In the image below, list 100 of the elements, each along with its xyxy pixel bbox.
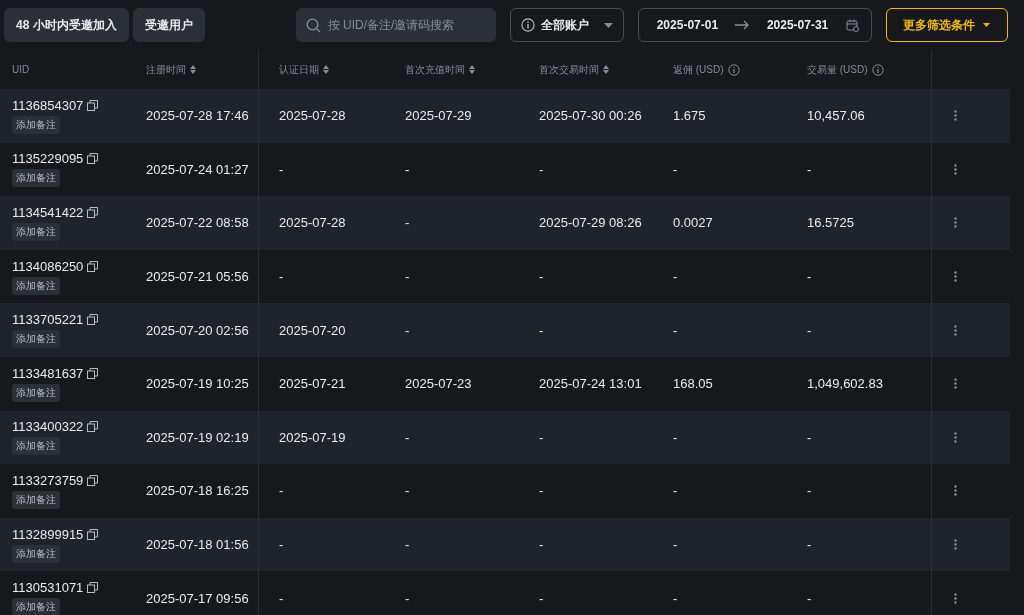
table-cell: - <box>673 322 678 338</box>
add-note-button[interactable]: 添加备注 <box>12 169 60 188</box>
table-cell: 2025-07-28 <box>279 108 346 124</box>
add-note-button[interactable]: 添加备注 <box>12 544 60 563</box>
uid-text: 1133481637 <box>12 365 84 381</box>
table-cell: 10,457.06 <box>807 108 865 124</box>
copy-icon[interactable] <box>87 153 99 165</box>
more-options-icon[interactable] <box>953 539 957 551</box>
table-cell: - <box>279 537 284 553</box>
table-cell: - <box>279 161 284 177</box>
more-options-icon[interactable] <box>953 324 957 336</box>
add-note-button[interactable]: 添加备注 <box>12 598 60 615</box>
add-note-button[interactable]: 添加备注 <box>12 276 60 295</box>
uid-text: 1136854307 <box>12 97 84 113</box>
table-cell: - <box>405 215 410 231</box>
column-header[interactable]: 首次交易时间 <box>539 62 609 77</box>
table-cell: - <box>807 269 812 285</box>
table-cell: - <box>807 590 812 606</box>
copy-icon[interactable] <box>87 474 99 486</box>
sort-icon[interactable] <box>469 65 475 74</box>
info-icon <box>871 63 884 76</box>
more-options-icon[interactable] <box>953 592 957 604</box>
copy-icon[interactable] <box>87 207 99 218</box>
table-cell: 2025-07-28 17:46 <box>146 108 249 124</box>
table-cell: - <box>279 483 284 499</box>
table-cell: 2025-07-23 <box>405 376 472 392</box>
column-header[interactable]: 首次充值时间 <box>405 62 475 77</box>
copy-icon[interactable] <box>87 99 99 111</box>
copy-icon[interactable] <box>87 314 99 326</box>
table-cell: 168.05 <box>673 376 713 392</box>
table-cell: - <box>807 483 812 499</box>
caret-icon <box>983 23 991 27</box>
table-cell: - <box>807 429 812 445</box>
sort-icon[interactable] <box>190 65 196 74</box>
table-cell: - <box>279 590 284 606</box>
table-cell: 2025-07-22 08:58 <box>146 215 249 231</box>
table-cell: 2025-07-20 <box>279 322 346 338</box>
table-cell: 2025-07-18 16:25 <box>146 483 249 499</box>
more-options-icon[interactable] <box>953 431 957 443</box>
sort-icon[interactable] <box>603 65 609 74</box>
column-header[interactable]: 注册时间 <box>146 62 196 77</box>
search-field[interactable]: 按 UID/备注/邀请码搜索 <box>295 8 496 42</box>
uid-text: 1134086250 <box>12 258 84 274</box>
uid-text: 1130531071 <box>12 580 84 596</box>
table-cell: - <box>405 537 410 553</box>
table-cell: - <box>405 269 410 285</box>
table-cell: 2025-07-17 09:56 <box>146 590 249 606</box>
table-cell: - <box>673 590 678 606</box>
add-note-button[interactable]: 添加备注 <box>12 115 60 134</box>
more-filters-button[interactable]: 更多筛选条件 <box>885 8 1008 42</box>
table-cell: - <box>405 590 410 606</box>
more-options-icon[interactable] <box>953 378 957 390</box>
calendar-icon[interactable] <box>845 18 859 32</box>
account-dropdown[interactable]: 全部账户 <box>509 8 624 42</box>
table-cell: - <box>673 429 678 445</box>
tab[interactable]: 48 小时内受邀加入 <box>4 8 129 42</box>
date-range-field[interactable]: 2025-07-01 2025-07-31 <box>637 8 872 42</box>
add-note-button[interactable]: 添加备注 <box>12 383 60 402</box>
column-header[interactable]: 认证日期 <box>279 62 329 77</box>
table-cell: - <box>279 269 284 285</box>
column-header: UID <box>12 64 30 75</box>
column-header: 交易量 (USD) <box>807 62 884 77</box>
more-options-icon[interactable] <box>953 110 957 122</box>
table-cell: 2025-07-21 05:56 <box>146 269 249 285</box>
uid-text: 1133400322 <box>12 419 84 435</box>
table-cell: 16.5725 <box>807 215 854 231</box>
table-cell: 0.0027 <box>673 215 713 231</box>
table-cell: - <box>673 483 678 499</box>
add-note-button[interactable]: 添加备注 <box>12 223 60 241</box>
table-cell: 2025-07-18 01:56 <box>146 537 249 553</box>
copy-icon[interactable] <box>87 582 99 594</box>
uid-text: 1133273759 <box>12 472 84 488</box>
table-cell: 2025-07-24 13:01 <box>539 376 642 392</box>
copy-icon[interactable] <box>87 528 99 540</box>
add-note-button[interactable]: 添加备注 <box>12 330 60 349</box>
copy-icon[interactable] <box>87 260 99 272</box>
add-note-button[interactable]: 添加备注 <box>12 437 60 456</box>
table-cell: - <box>405 429 410 445</box>
sort-icon[interactable] <box>323 65 329 74</box>
more-options-icon[interactable] <box>953 217 957 229</box>
copy-icon[interactable] <box>87 367 99 379</box>
copy-icon[interactable] <box>87 421 99 433</box>
table-cell: - <box>539 161 544 177</box>
add-note-button[interactable]: 添加备注 <box>12 490 60 509</box>
table-cell: 2025-07-24 01:27 <box>146 161 249 177</box>
table-cell: - <box>539 269 544 285</box>
more-options-icon[interactable] <box>953 271 957 283</box>
table-cell: 2025-07-29 <box>405 108 472 124</box>
info-icon <box>520 18 535 32</box>
table-cell: - <box>405 483 410 499</box>
uid-text: 1133705221 <box>12 312 84 328</box>
table-cell: 2025-07-20 02:56 <box>146 322 249 338</box>
uid-text: 1132899915 <box>12 526 84 542</box>
more-options-icon[interactable] <box>953 485 957 497</box>
more-options-icon[interactable] <box>953 163 957 175</box>
table-cell: 2025-07-30 00:26 <box>539 108 642 124</box>
tab[interactable]: 受邀用户 <box>132 8 205 42</box>
column-header: 返佣 (USD) <box>673 62 740 77</box>
table-cell: - <box>539 483 544 499</box>
table-cell: 1.675 <box>673 108 706 124</box>
